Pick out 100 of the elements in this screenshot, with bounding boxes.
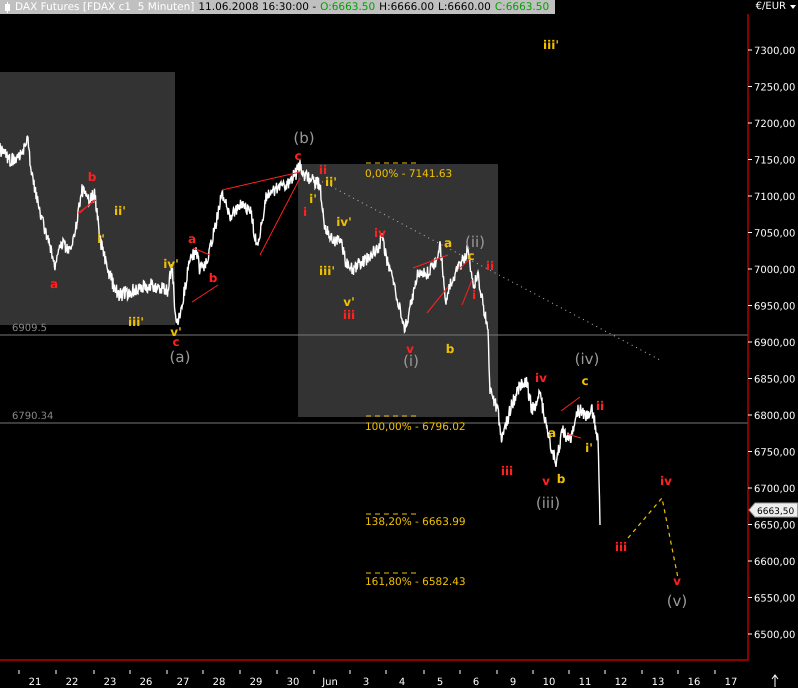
x-axis-label: 30: [286, 677, 300, 688]
y-axis-label: 6600,00: [754, 557, 796, 568]
wave-label: a: [548, 426, 556, 440]
y-axis-label: 6650,00: [754, 520, 796, 532]
price-tag: 6663,50: [748, 502, 798, 518]
wave-label: iii: [614, 540, 628, 554]
y-axis-label: 7000,00: [754, 265, 796, 276]
candle-icon: [4, 2, 11, 12]
wave-label: a: [444, 236, 452, 250]
wave-label: v': [343, 295, 355, 309]
wave-label: b: [446, 342, 454, 356]
fib-level: 0,00% - 7141.63: [365, 162, 452, 180]
wave-label: v: [673, 574, 681, 588]
header-text: H:6666.00: [379, 0, 434, 14]
header-text: C:6663.50: [494, 0, 550, 14]
trend-line: [560, 396, 580, 412]
wave-label: iii': [543, 38, 559, 52]
x-axis-label: 29: [250, 677, 262, 688]
fib-level: 138,20% - 6663.99: [365, 514, 466, 528]
y-axis-label: 6550,00: [754, 594, 796, 604]
x-axis-label: 16: [688, 677, 700, 688]
wave-label: iv': [163, 257, 179, 271]
x-axis-label: 4: [398, 677, 406, 688]
x-axis-label: 6: [472, 677, 480, 688]
wave-label: (a): [170, 348, 190, 366]
x-axis-label: 27: [176, 677, 190, 688]
wave-label: (v): [666, 592, 688, 610]
x-axis-label: 5: [436, 677, 444, 688]
x-axis-label: 3: [362, 677, 370, 688]
wave-label: (b): [293, 129, 315, 147]
wave-label: (iii): [536, 494, 560, 512]
wave-label: iv: [660, 474, 672, 488]
wave-label: (ii): [464, 233, 486, 251]
y-axis-label: 6800,00: [754, 411, 796, 422]
x-axis-label: 23: [104, 677, 116, 688]
y-axis-label: 7300,00: [754, 46, 796, 57]
wave-label: ii': [114, 204, 126, 218]
y-axis-label: 6700,00: [754, 484, 796, 495]
y-axis-label: 7250,00: [754, 82, 796, 94]
dropdown-caret-icon: [790, 5, 796, 9]
wave-label: (iv): [574, 350, 600, 368]
header-text: DAX Futures [FDAX c1 5 Minuten]: [15, 0, 194, 14]
wave-label: b: [88, 170, 96, 184]
x-axis-label: 11: [578, 677, 592, 688]
wave-label: iv': [336, 215, 352, 229]
trend-line: [192, 284, 218, 302]
wave-label: a: [188, 232, 196, 246]
x-axis-label: 21: [28, 677, 42, 688]
x-axis-label: 22: [66, 677, 78, 688]
header-text: L:6660.00: [438, 0, 491, 14]
wave-label: iii: [500, 464, 514, 478]
wave-label: i': [585, 441, 593, 455]
fib-level: 100,00% - 6796.02: [365, 416, 466, 433]
y-axis-label: 6950,00: [754, 302, 796, 312]
x-axis-label: 12: [614, 677, 628, 688]
x-axis-label: 17: [724, 677, 738, 688]
trend-line: [192, 248, 210, 256]
wave-label: iii': [128, 315, 144, 329]
y-axis-label: 6850,00: [754, 374, 796, 386]
y-axis-label: 6750,00: [754, 448, 796, 458]
x-axis-label: 10: [542, 677, 556, 688]
y-axis-label: 7150,00: [754, 156, 796, 166]
wave-label: c: [581, 374, 589, 388]
x-axis-label: 28: [212, 677, 226, 688]
y-axis-label: 7100,00: [754, 192, 796, 203]
wave-label: ii: [596, 399, 604, 413]
wave-label: c: [294, 149, 302, 163]
wave-label: iv: [535, 371, 547, 385]
wave-label: b: [556, 472, 566, 486]
y-axis-label: 6900,00: [754, 338, 796, 349]
x-axis-label: 26: [140, 677, 152, 688]
wave-label: iii': [319, 264, 335, 278]
y-axis-label: 7050,00: [754, 228, 796, 240]
y-axis-label: 7200,00: [754, 119, 796, 130]
header-text: 11.06.2008 16:30:00 -: [198, 0, 316, 14]
wave-label: i: [302, 205, 308, 219]
level-label: 6909.5: [12, 323, 47, 334]
currency-unit: €/EUR: [756, 0, 786, 14]
level-label: 6790.34: [12, 411, 54, 422]
trend-line: [566, 434, 582, 438]
trend-line: [412, 254, 448, 268]
wave-label: ii': [325, 175, 337, 189]
trend-line: [462, 280, 472, 306]
x-axis-label: 9: [510, 677, 516, 688]
wave-label: i': [309, 192, 317, 206]
wave-label: iv: [374, 226, 386, 240]
wave-label: ii: [318, 163, 328, 177]
wave-label: iii: [342, 308, 356, 322]
up-arrow-icon: [772, 674, 778, 688]
wave-label: b: [208, 271, 218, 285]
y-axis-label: 6500,00: [754, 630, 796, 641]
wave-label: v: [542, 474, 550, 488]
fib-level: 161,80% - 6582.43: [365, 572, 466, 588]
header-text: O:6663.50: [320, 0, 376, 14]
wave-label: a: [50, 277, 58, 291]
x-axis-label: 13: [652, 677, 664, 688]
wave-label: ii: [486, 259, 494, 273]
x-axis-label: Jun: [322, 677, 338, 688]
wave-label: i: [472, 288, 476, 302]
trend-line: [426, 286, 448, 314]
